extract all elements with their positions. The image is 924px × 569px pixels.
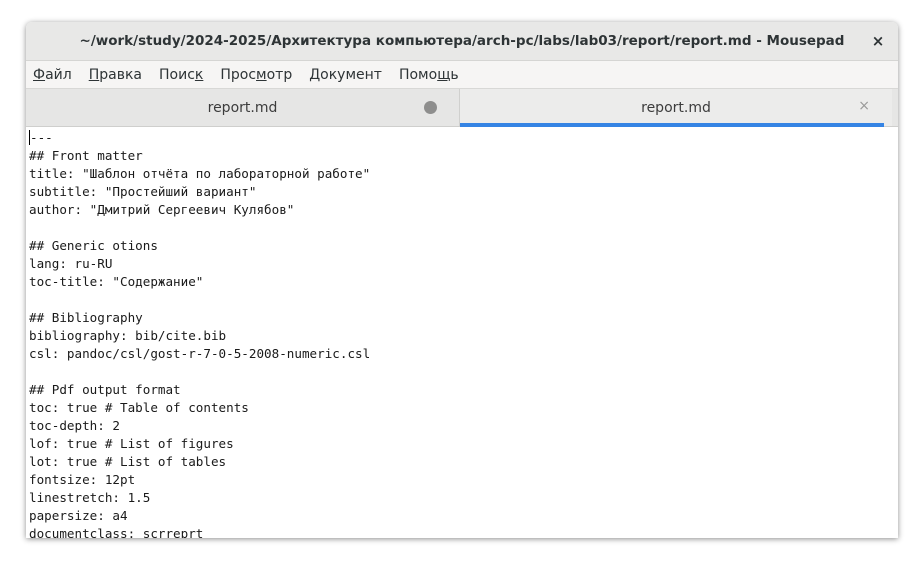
modified-indicator-icon [424, 101, 437, 114]
menu-edit[interactable]: Правка [89, 67, 142, 83]
editor-line: ## Pdf output format [29, 382, 181, 397]
title-bar[interactable]: ~/work/study/2024-2025/Архитектура компь… [26, 22, 898, 61]
editor-line: csl: pandoc/csl/gost-r-7-0-5-2008-numeri… [29, 346, 371, 361]
editor-line: ## Front matter [29, 148, 143, 163]
editor-line: bibliography: bib/cite.bib [29, 328, 227, 343]
mousepad-window: ~/work/study/2024-2025/Архитектура компь… [26, 22, 898, 538]
tab-report-md-2[interactable]: report.md × [459, 89, 892, 127]
editor-line: ## Generic otions [29, 238, 158, 253]
window-close-button[interactable]: × [868, 31, 888, 51]
editor-line: fontsize: 12pt [29, 472, 136, 487]
editor-line-text: --- [30, 130, 53, 145]
tab-label: report.md [641, 99, 711, 116]
editor-line: subtitle: "Простейший вариант" [29, 184, 257, 199]
text-editor-area[interactable]: --- ## Front matter title: "Шаблон отчёта … [26, 127, 898, 538]
menu-search[interactable]: Поиск [159, 67, 203, 83]
editor-line: author: "Дмитрий Сергеевич Кулябов" [29, 202, 295, 217]
editor-line: ## Bibliography [29, 310, 143, 325]
menu-view[interactable]: Просмотр [220, 67, 292, 83]
editor-line: papersize: a4 [29, 508, 128, 523]
window-title: ~/work/study/2024-2025/Архитектура компь… [79, 33, 845, 49]
editor-line: lot: true # List of tables [29, 454, 227, 469]
editor-line: title: "Шаблон отчёта по лабораторной ра… [29, 166, 371, 181]
editor-line: lang: ru-RU [29, 256, 113, 271]
close-icon: × [871, 32, 885, 50]
menu-help[interactable]: Помощь [399, 67, 459, 83]
tab-close-icon[interactable]: × [858, 98, 870, 114]
editor-line: toc: true # Table of contents [29, 400, 249, 415]
editor-line: linestretch: 1.5 [29, 490, 151, 505]
menu-document[interactable]: Документ [309, 67, 382, 83]
editor-line: lof: true # List of figures [29, 436, 234, 451]
editor-line: toc-depth: 2 [29, 418, 120, 433]
editor-line: toc-title: "Содержание" [29, 274, 204, 289]
menu-file[interactable]: Файл [33, 67, 72, 83]
editor-line: --- [29, 129, 898, 147]
editor-line: documentclass: scrreprt [29, 526, 204, 538]
tab-report-md-1[interactable]: report.md [26, 89, 459, 126]
menu-bar: Файл Правка Поиск Просмотр Документ Помо… [26, 61, 898, 88]
tab-label: report.md [207, 99, 278, 116]
tab-bar: report.md report.md × [26, 88, 898, 127]
